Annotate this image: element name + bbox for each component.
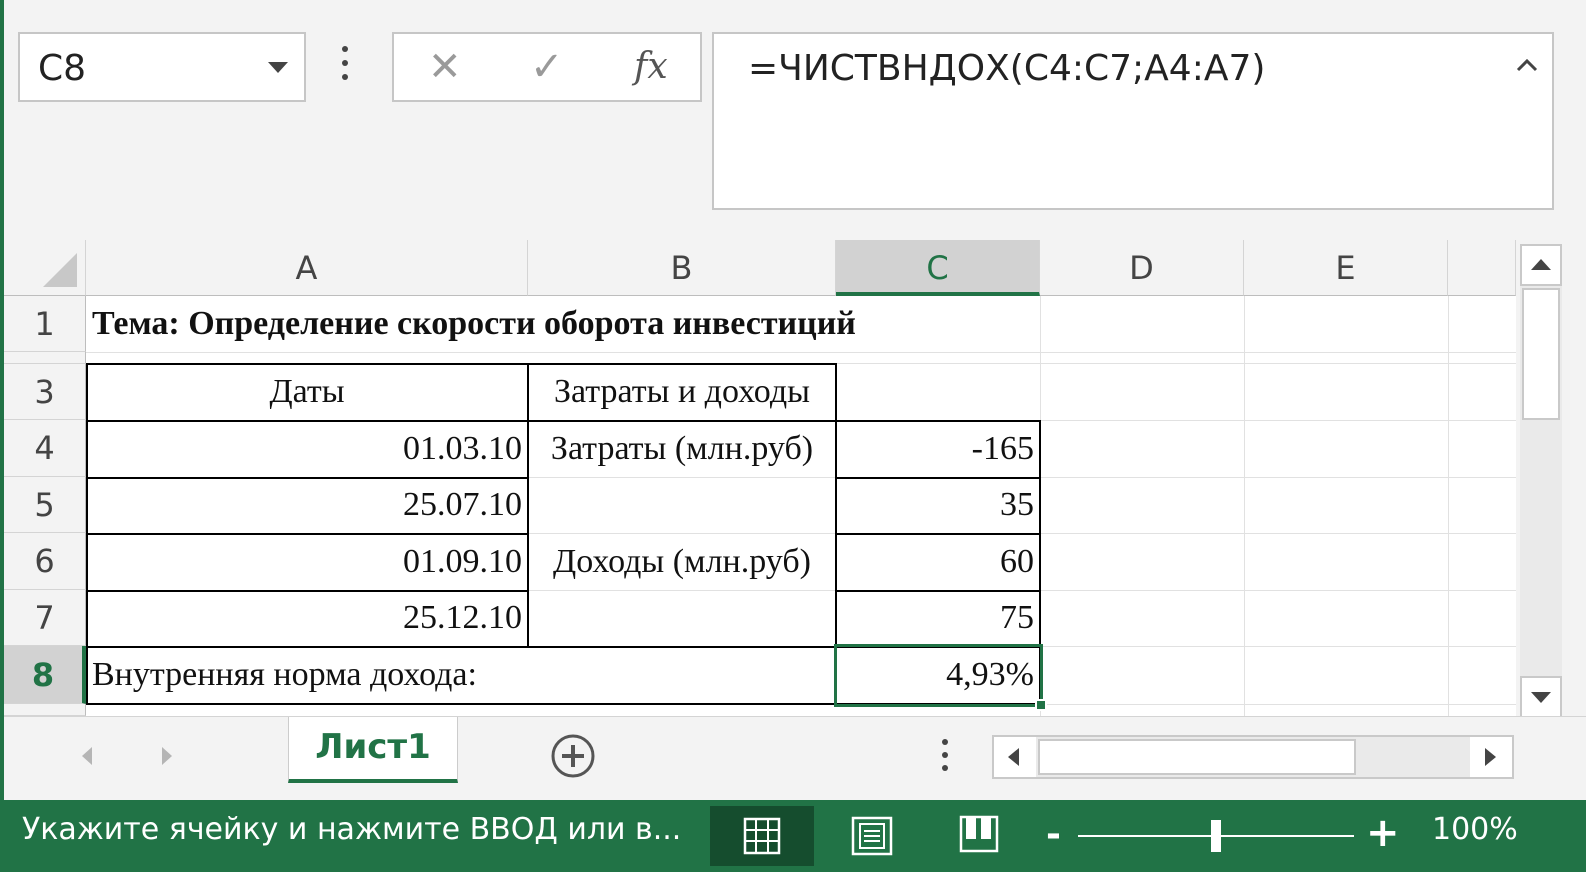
status-message: Укажите ячейку и нажмите ВВОД или в... bbox=[22, 812, 682, 847]
cell-a1-title[interactable]: Тема: Определение скорости оборота инвес… bbox=[86, 296, 1036, 352]
page-layout-view-icon[interactable] bbox=[820, 806, 924, 866]
cell-b3[interactable]: Затраты и доходы bbox=[528, 364, 836, 420]
row-header-1[interactable]: 1 bbox=[4, 296, 86, 352]
column-header-f[interactable] bbox=[1448, 240, 1516, 296]
cell-a8-merged[interactable]: Внутренняя норма дохода: bbox=[86, 646, 836, 704]
collapse-formula-bar-icon[interactable] bbox=[1516, 58, 1538, 72]
column-header-d[interactable]: D bbox=[1040, 240, 1244, 296]
fill-handle[interactable] bbox=[1035, 699, 1047, 711]
cell-a5[interactable]: 25.07.10 bbox=[86, 477, 528, 533]
column-header-b[interactable]: B bbox=[528, 240, 836, 296]
vertical-scrollbar[interactable] bbox=[1516, 240, 1586, 718]
zoom-out-button[interactable]: - bbox=[1046, 814, 1061, 855]
cell-a6[interactable]: 01.09.10 bbox=[86, 533, 528, 590]
cell-a7[interactable]: 25.12.10 bbox=[86, 590, 528, 646]
dropdown-arrow-icon[interactable] bbox=[268, 62, 288, 73]
row-header-8[interactable]: 8 bbox=[4, 646, 86, 704]
column-header-e[interactable]: E bbox=[1244, 240, 1448, 296]
row-header-7[interactable]: 7 bbox=[4, 590, 86, 646]
cell-b4[interactable]: Затраты (млн.руб) bbox=[528, 420, 836, 477]
horizontal-scrollbar[interactable] bbox=[992, 735, 1514, 779]
name-box[interactable]: C8 bbox=[18, 32, 306, 102]
row-header-6[interactable]: 6 bbox=[4, 533, 86, 590]
cell-a4[interactable]: 01.03.10 bbox=[86, 420, 528, 477]
cell-c5[interactable]: 35 bbox=[836, 477, 1040, 533]
insert-function-icon[interactable]: fx bbox=[634, 46, 668, 87]
row-header-4[interactable]: 4 bbox=[4, 420, 86, 477]
cell-b5-merged[interactable]: Доходы (млн.руб) bbox=[528, 477, 836, 646]
next-sheet-icon[interactable] bbox=[152, 741, 182, 771]
prev-sheet-icon[interactable] bbox=[72, 741, 102, 771]
formula-input[interactable]: =ЧИСТВНДОХ(C4:C7;A4:A7) bbox=[712, 32, 1554, 210]
page-break-preview-icon[interactable] bbox=[928, 806, 1032, 866]
row-header-9[interactable] bbox=[4, 704, 86, 716]
scroll-left-icon[interactable] bbox=[994, 737, 1036, 777]
row-header-5[interactable]: 5 bbox=[4, 477, 86, 533]
select-all-corner[interactable] bbox=[4, 240, 86, 296]
row-header-2[interactable] bbox=[4, 352, 86, 364]
scroll-up-icon[interactable] bbox=[1520, 244, 1562, 286]
add-sheet-icon[interactable] bbox=[550, 733, 596, 779]
cancel-icon[interactable]: ✕ bbox=[428, 44, 462, 90]
formula-text: =ЧИСТВНДОХ(C4:C7;A4:A7) bbox=[748, 48, 1266, 89]
scroll-right-icon[interactable] bbox=[1470, 737, 1512, 777]
normal-view-icon[interactable] bbox=[710, 806, 814, 866]
more-options-icon[interactable] bbox=[340, 46, 350, 86]
vertical-scroll-thumb[interactable] bbox=[1522, 288, 1560, 420]
cell-c7[interactable]: 75 bbox=[836, 590, 1040, 646]
sheet-tab-bar: Лист1 bbox=[4, 716, 1586, 800]
status-bar: Укажите ячейку и нажмите ВВОД или в... -… bbox=[0, 800, 1586, 872]
horizontal-scroll-thumb[interactable] bbox=[1038, 739, 1356, 775]
tab-split-handle-icon[interactable] bbox=[940, 739, 950, 779]
cell-c6[interactable]: 60 bbox=[836, 533, 1040, 590]
column-header-c[interactable]: C bbox=[836, 240, 1040, 296]
name-box-value: C8 bbox=[38, 48, 87, 89]
formula-bar-area: C8 ✕ ✓ fx =ЧИСТВНДОХ(C4:C7;A4:A7) bbox=[0, 0, 1586, 240]
zoom-slider-thumb[interactable] bbox=[1211, 820, 1221, 852]
sheet-tab-label: Лист1 bbox=[315, 727, 431, 767]
formula-buttons: ✕ ✓ fx bbox=[392, 32, 702, 102]
cell-a3[interactable]: Даты bbox=[86, 364, 528, 420]
spreadsheet-grid[interactable]: A B C D E 1 3 4 5 6 7 8 Тема: Определени… bbox=[4, 240, 1586, 718]
scroll-down-icon[interactable] bbox=[1520, 676, 1562, 718]
zoom-in-button[interactable]: + bbox=[1366, 810, 1400, 856]
zoom-level[interactable]: 100% bbox=[1432, 812, 1518, 847]
row-header-3[interactable]: 3 bbox=[4, 364, 86, 420]
enter-icon[interactable]: ✓ bbox=[530, 44, 564, 90]
active-cell-selection bbox=[834, 644, 1043, 707]
column-header-a[interactable]: A bbox=[86, 240, 528, 296]
cell-c4[interactable]: -165 bbox=[836, 420, 1040, 477]
sheet-tab-list1[interactable]: Лист1 bbox=[288, 717, 458, 783]
